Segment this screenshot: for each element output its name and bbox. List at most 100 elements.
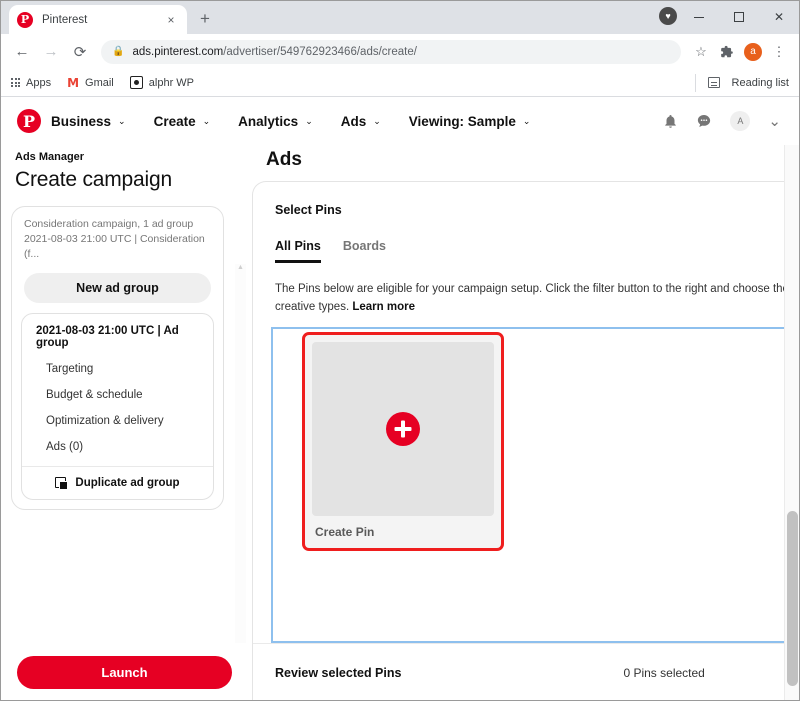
sidebar-scrollbar[interactable]: ▲ ▼ (235, 264, 246, 643)
pins-grid-region: Create Pin (271, 326, 799, 643)
extensions-icon[interactable] (715, 40, 739, 64)
duplicate-ad-group-label: Duplicate ad group (75, 476, 180, 489)
nav-item-viewing[interactable]: Viewing: Sample ⌄ (409, 114, 531, 129)
bookmark-gmail[interactable]: M Gmail (67, 77, 114, 89)
chrome-menu-icon[interactable]: ⋮ (767, 40, 791, 64)
page-title: Create campaign (15, 168, 172, 191)
reading-list-icon (707, 77, 720, 88)
vertical-scrollbar-thumb[interactable] (787, 511, 798, 686)
nav-label: Create (153, 113, 196, 129)
sidebar-item-ads[interactable]: Ads (0) (22, 434, 213, 460)
main-content: Ads Select Pins All Pins Boards The Pins… (248, 145, 799, 700)
window-controls: ✕ (679, 1, 799, 33)
duplicate-icon (55, 477, 69, 491)
bookmark-star-icon[interactable]: ☆ (689, 40, 713, 64)
review-selected-pins-title: Review selected Pins (275, 665, 402, 680)
profile-badge-icon[interactable]: ♥ (659, 7, 677, 25)
chevron-down-icon: ⌄ (522, 115, 531, 126)
pins-selected-count: 0 Pins selected (623, 665, 705, 680)
nav-item-create[interactable]: Create ⌄ (154, 114, 211, 129)
nav-right-group: A ⌄ (663, 111, 781, 131)
launch-button[interactable]: Launch (17, 655, 232, 689)
avatar: a (744, 42, 762, 61)
nav-item-business[interactable]: Business ⌄ (51, 114, 126, 129)
pinterest-logo-icon[interactable]: P (17, 109, 41, 133)
chevron-down-icon: ⌄ (202, 115, 211, 126)
forward-icon[interactable]: → (38, 39, 64, 65)
heart-icon: ♥ (665, 10, 671, 21)
chevron-down-icon: ⌄ (305, 115, 313, 126)
browser-tab[interactable]: P Pinterest × (9, 5, 187, 34)
page-vertical-scrollbar[interactable]: ▼ (784, 145, 799, 700)
campaign-meta-line-1: Consideration campaign, 1 ad group (24, 218, 194, 230)
browser-title-bar: P Pinterest × + ♥ ✕ (1, 1, 799, 34)
chevron-down-icon[interactable]: ⌄ (768, 112, 781, 130)
reading-list-label: Reading list (731, 76, 789, 89)
launch-bar: Launch (1, 643, 248, 700)
create-pin-label: Create Pin (315, 524, 375, 539)
minimize-button[interactable] (679, 1, 719, 33)
chat-bubble-icon[interactable] (696, 113, 712, 129)
url-path: /advertiser/549762923466/ads/create/ (223, 45, 417, 58)
campaign-meta-line-2: 2021-08-03 21:00 UTC | Consideration (f.… (24, 233, 205, 261)
address-bar[interactable]: 🔒 ads.pinterest.com/advertiser/549762923… (101, 39, 681, 64)
nav-label: Ads (340, 113, 367, 129)
campaign-sidebar: Ads Manager Create campaign Consideratio… (1, 145, 248, 700)
bookmark-label: Apps (26, 76, 52, 89)
learn-more-link[interactable]: Learn more (352, 301, 415, 313)
tab-all-pins[interactable]: All Pins (275, 239, 321, 263)
hint-line-2: creative types. Learn more (275, 298, 799, 316)
pins-tabs: All Pins Boards (253, 217, 799, 263)
nav-item-analytics[interactable]: Analytics ⌄ (238, 114, 313, 129)
sidebar-item-optimization-delivery[interactable]: Optimization & delivery (22, 408, 213, 434)
sidebar-item-targeting[interactable]: Targeting (22, 356, 213, 382)
user-avatar[interactable]: A (730, 111, 751, 131)
page-body: Ads Manager Create campaign Consideratio… (1, 145, 799, 700)
bookmark-label: Gmail (85, 76, 114, 89)
bookmark-alphr-wp[interactable]: alphr WP (129, 76, 195, 89)
pinterest-favicon-icon: P (17, 11, 33, 28)
campaign-card: Consideration campaign, 1 ad group 2021-… (11, 206, 224, 510)
bookmark-apps[interactable]: Apps (11, 77, 51, 89)
lock-icon: 🔒 (112, 46, 125, 57)
bookmark-label: alphr WP (148, 76, 195, 89)
new-tab-button[interactable]: + (191, 5, 219, 33)
address-bar-url: ads.pinterest.com/advertiser/54976292346… (132, 46, 417, 58)
duplicate-ad-group-button[interactable]: Duplicate ad group (22, 465, 213, 499)
ads-heading: Ads (266, 149, 302, 170)
tab-boards[interactable]: Boards (343, 239, 386, 263)
plus-circle-icon[interactable] (386, 411, 420, 446)
new-ad-group-button[interactable]: New ad group (24, 272, 211, 303)
campaign-scroll-area: Consideration campaign, 1 ad group 2021-… (1, 206, 248, 643)
nav-item-ads[interactable]: Ads ⌄ (341, 114, 381, 129)
create-pin-thumbnail (312, 341, 494, 516)
reload-icon[interactable]: ⟳ (67, 39, 93, 65)
chevron-down-icon: ⌄ (373, 115, 381, 126)
page-viewport: P Business ⌄ Create ⌄ Analytics ⌄ Ads ⌄ … (1, 97, 799, 700)
select-pins-title: Select Pins (275, 203, 342, 217)
ads-manager-eyebrow: Ads Manager (15, 151, 85, 163)
close-icon[interactable]: × (163, 12, 179, 28)
hint-line-1: The Pins below are eligible for your cam… (275, 283, 799, 295)
bookmarks-bar: Apps M Gmail alphr WP Reading list (1, 69, 799, 97)
url-host: ads.pinterest.com (132, 45, 224, 58)
create-pin-card[interactable]: Create Pin (302, 331, 504, 551)
nav-label: Analytics (238, 113, 299, 129)
campaign-meta: Consideration campaign, 1 ad group 2021-… (12, 217, 223, 263)
sidebar-item-budget-schedule[interactable]: Budget & schedule (22, 382, 213, 408)
back-icon[interactable]: ← (9, 39, 35, 65)
scroll-up-arrow-icon[interactable]: ▲ (237, 264, 244, 271)
browser-window: P Pinterest × + ♥ ✕ ← → ⟳ 🔒 ads.pinteres… (0, 0, 800, 701)
window-close-button[interactable]: ✕ (759, 1, 799, 33)
pinterest-top-nav: P Business ⌄ Create ⌄ Analytics ⌄ Ads ⌄ … (1, 97, 799, 145)
gmail-icon: M (67, 75, 80, 90)
chrome-profile-avatar[interactable]: a (741, 40, 765, 64)
ad-group-card: 2021-08-03 21:00 UTC | Ad group Targetin… (21, 312, 214, 500)
browser-toolbar: ← → ⟳ 🔒 ads.pinterest.com/advertiser/549… (1, 34, 799, 69)
pins-hint-text: The Pins below are eligible for your cam… (253, 263, 799, 317)
wordpress-icon (129, 76, 143, 89)
hint-line-2-text: creative types. (275, 301, 350, 314)
maximize-button[interactable] (719, 1, 759, 33)
reading-list-button[interactable]: Reading list (694, 73, 789, 92)
bell-icon[interactable] (663, 114, 678, 129)
